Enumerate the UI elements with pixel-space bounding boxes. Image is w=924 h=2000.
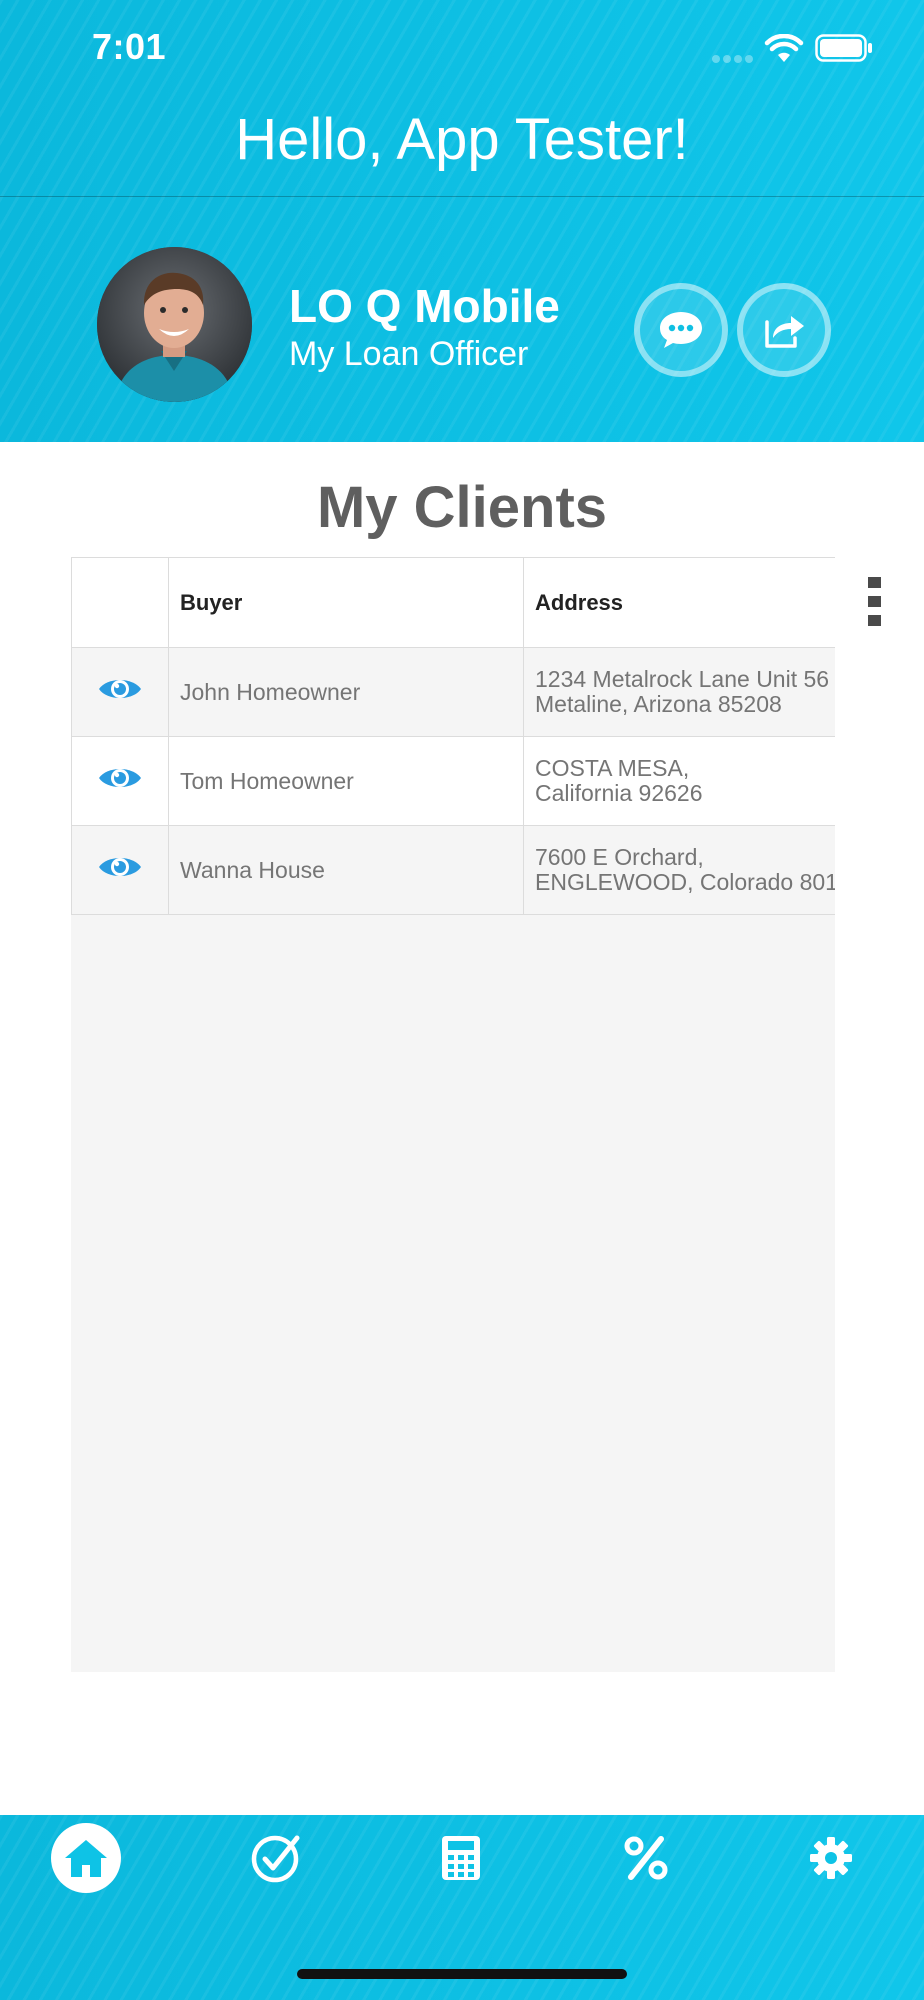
table-row[interactable]: John Homeowner 1234 Metalrock Lane Unit …	[71, 647, 835, 737]
status-time: 7:01	[92, 26, 167, 67]
address-line-2: Metaline, Arizona 85208	[535, 691, 782, 717]
address-line-2: ENGLEWOOD, Colorado 80111	[535, 869, 835, 895]
nav-calculator[interactable]	[421, 1828, 501, 1888]
loan-officer-role: My Loan Officer	[289, 335, 529, 373]
page-title: My Clients	[316, 475, 608, 540]
address-cell: 1234 Metalrock Lane Unit 56 Metaline, Ar…	[523, 647, 835, 737]
clients-table: Buyer Address John Homeowner 1234 Metalr…	[71, 557, 835, 915]
greeting-title: Hello, App Tester!	[235, 107, 689, 172]
home-icon	[65, 1840, 107, 1877]
table-header-row: Buyer Address	[71, 557, 835, 648]
address-line-1: 1234 Metalrock Lane Unit 56	[535, 666, 830, 692]
cellular-signal-icon	[712, 55, 754, 63]
message-button[interactable]	[634, 283, 728, 377]
buyer-cell: Tom Homeowner	[168, 736, 524, 826]
home-indicator	[297, 1969, 627, 1979]
address-line-1: COSTA MESA,	[535, 755, 690, 781]
loan-officer-name: LO Q Mobile	[289, 280, 560, 332]
eye-icon	[99, 858, 141, 876]
address-line-1: 7600 E Orchard,	[535, 844, 704, 870]
address-line-2: California 92626	[535, 780, 703, 806]
more-options-icon[interactable]	[868, 577, 882, 627]
address-cell: 7600 E Orchard, ENGLEWOOD, Colorado 8011…	[523, 825, 835, 915]
table-row[interactable]: Tom Homeowner COSTA MESA, California 926…	[71, 736, 835, 826]
loan-officer-banner: LO Q Mobile My Loan Officer	[0, 197, 924, 442]
nav-tasks[interactable]	[237, 1828, 317, 1888]
wifi-icon	[764, 33, 804, 69]
clients-table-container[interactable]: Buyer Address John Homeowner 1234 Metalr…	[71, 557, 835, 1672]
check-circle-icon	[251, 1835, 300, 1883]
app-header: 7:01 Hello, App Tester!	[0, 0, 924, 197]
nav-settings[interactable]	[791, 1828, 871, 1888]
address-cell: COSTA MESA, California 92626	[523, 736, 835, 826]
view-client-button[interactable]	[71, 825, 169, 915]
column-header-buyer[interactable]: Buyer	[168, 557, 524, 648]
eye-icon	[99, 680, 141, 698]
share-icon	[765, 316, 804, 348]
percent-icon	[624, 1836, 668, 1880]
nav-home[interactable]	[51, 1823, 121, 1893]
nav-rates[interactable]	[606, 1828, 686, 1888]
table-row[interactable]: Wanna House 7600 E Orchard, ENGLEWOOD, C…	[71, 825, 835, 915]
status-bar: 7:01	[0, 0, 924, 100]
view-client-button[interactable]	[71, 736, 169, 826]
share-button[interactable]	[737, 283, 831, 377]
buyer-cell: John Homeowner	[168, 647, 524, 737]
calculator-icon	[442, 1836, 480, 1880]
buyer-cell: Wanna House	[168, 825, 524, 915]
eye-icon	[99, 769, 141, 787]
gear-icon	[810, 1837, 852, 1879]
loan-officer-avatar	[97, 247, 252, 402]
chat-bubble-icon	[660, 312, 702, 348]
column-header-view	[71, 557, 169, 648]
column-header-address[interactable]: Address	[523, 557, 835, 648]
view-client-button[interactable]	[71, 647, 169, 737]
battery-icon	[815, 34, 873, 62]
